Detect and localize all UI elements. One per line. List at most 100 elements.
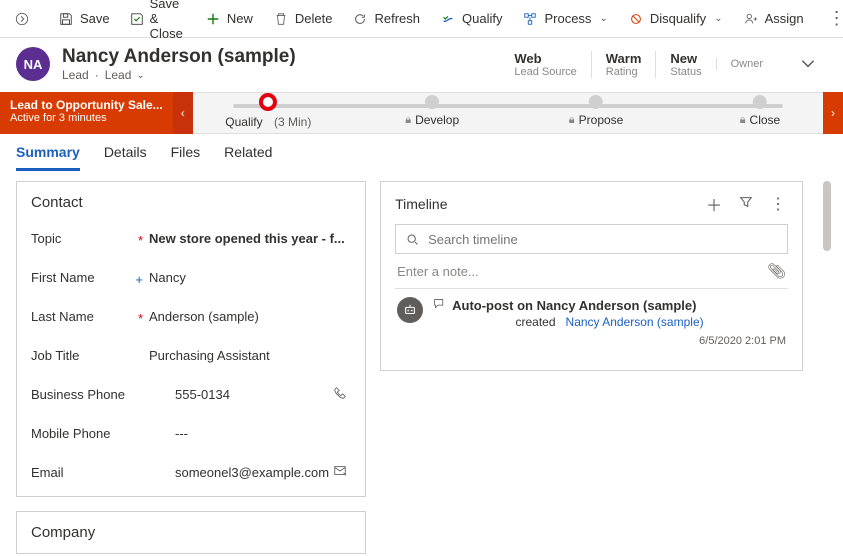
lock-icon: 🔒︎ xyxy=(405,114,411,127)
scroll-thumb[interactable] xyxy=(823,181,831,251)
attachment-icon[interactable]: 📎︎ xyxy=(767,262,786,280)
field-email[interactable]: Email someonel3@example.com xyxy=(31,453,351,492)
stage-label: Close xyxy=(750,113,781,127)
form-name: Lead xyxy=(105,68,132,82)
record-header: NA Nancy Anderson (sample) Lead · Lead ⌄… xyxy=(0,38,843,92)
qualify-label: Qualify xyxy=(462,11,502,26)
timeline-more[interactable]: ⋮ xyxy=(768,194,788,214)
bpf-next[interactable]: › xyxy=(823,92,843,134)
timeline-item[interactable]: Auto-post on Nancy Anderson (sample) cre… xyxy=(395,289,788,349)
field-job-title[interactable]: Job Title Purchasing Assistant xyxy=(31,336,351,375)
bot-icon xyxy=(397,297,423,323)
autopost-icon xyxy=(433,297,446,313)
recommended-marker: + xyxy=(135,272,143,287)
timeline-add[interactable]: ＋ xyxy=(704,192,724,216)
left-column: Contact Topic* New store opened this yea… xyxy=(16,181,366,555)
tab-summary[interactable]: Summary xyxy=(16,144,80,171)
required-marker: * xyxy=(138,311,143,326)
bpf-stage-propose[interactable]: 🔒︎Propose xyxy=(569,95,624,127)
timeline-search[interactable] xyxy=(395,224,788,254)
delete-label: Delete xyxy=(295,11,333,26)
stat-lead-source[interactable]: Web Lead Source xyxy=(500,51,590,78)
section-title: Contact xyxy=(31,194,351,211)
lock-icon: 🔒︎ xyxy=(569,114,575,127)
avatar: NA xyxy=(16,47,50,81)
avatar-initials: NA xyxy=(24,57,43,72)
assign-button[interactable]: Assign xyxy=(735,7,812,31)
field-last-name[interactable]: Last Name* Anderson (sample) xyxy=(31,297,351,336)
refresh-button[interactable]: Refresh xyxy=(344,7,428,31)
section-title: Company xyxy=(31,524,351,541)
bpf-badge[interactable]: Lead to Opportunity Sale... Active for 3… xyxy=(0,92,173,134)
chevron-down-icon: ⌄ xyxy=(136,70,144,81)
command-bar: Save Save & Close New Delete Refresh Qua… xyxy=(0,0,843,38)
stage-label: Qualify xyxy=(225,115,262,129)
save-button[interactable]: Save xyxy=(50,7,118,31)
required-marker: * xyxy=(138,233,143,248)
stat-rating[interactable]: Warm Rating xyxy=(591,51,656,78)
company-section: Company xyxy=(16,511,366,554)
timeline-item-link[interactable]: Nancy Anderson (sample) xyxy=(566,315,704,329)
stat-owner[interactable]: Owner xyxy=(716,58,777,70)
refresh-icon xyxy=(352,11,368,27)
back-button[interactable] xyxy=(6,7,38,31)
stat-label: Status xyxy=(670,66,701,78)
tab-related[interactable]: Related xyxy=(224,144,272,171)
record-title: Nancy Anderson (sample) xyxy=(62,46,488,68)
stat-value: New xyxy=(670,51,701,66)
timeline-filter[interactable] xyxy=(736,195,756,214)
disqualify-icon xyxy=(628,11,644,27)
timeline-item-action: created xyxy=(515,315,555,329)
field-label: First Name xyxy=(31,270,95,285)
mail-icon[interactable] xyxy=(329,464,351,481)
delete-button[interactable]: Delete xyxy=(265,7,341,31)
bpf-line xyxy=(233,104,783,108)
field-mobile-phone[interactable]: Mobile Phone --- xyxy=(31,414,351,453)
new-button[interactable]: New xyxy=(197,7,261,31)
save-close-button[interactable]: Save & Close xyxy=(122,0,193,45)
scrollbar[interactable] xyxy=(817,181,833,555)
qualify-button[interactable]: Qualify xyxy=(432,7,510,31)
save-label: Save xyxy=(80,11,110,26)
bpf-stage-close[interactable]: 🔒︎Close xyxy=(740,95,781,127)
chevron-circle-icon xyxy=(14,11,30,27)
field-business-phone[interactable]: Business Phone 555-0134 xyxy=(31,375,351,414)
timeline-note-row[interactable]: Enter a note... 📎︎ xyxy=(395,254,788,289)
form-tabs: Summary Details Files Related xyxy=(0,134,843,171)
field-value: Nancy xyxy=(149,270,351,285)
bpf-dot xyxy=(259,93,277,111)
search-input[interactable] xyxy=(426,231,779,248)
entity-label: Lead xyxy=(62,68,89,82)
phone-icon[interactable] xyxy=(329,386,351,403)
overflow-menu[interactable]: ⋮ xyxy=(820,8,843,29)
field-label: Business Phone xyxy=(31,387,125,402)
refresh-label: Refresh xyxy=(374,11,420,26)
process-button[interactable]: Process ⌄ xyxy=(514,7,615,31)
chevron-down-icon: ⌄ xyxy=(714,13,722,24)
qualify-icon xyxy=(440,11,456,27)
bpf-dot xyxy=(589,95,603,109)
bpf-stage-develop[interactable]: 🔒︎Develop xyxy=(405,95,459,127)
bpf-stage-qualify[interactable]: Qualify (3 Min) xyxy=(225,95,311,129)
plus-icon xyxy=(205,11,221,27)
bpf-stages: Qualify (3 Min) 🔒︎Develop 🔒︎Propose 🔒︎Cl… xyxy=(193,92,823,134)
header-stats: Web Lead Source Warm Rating New Status O… xyxy=(500,51,777,78)
bpf-prev[interactable]: ‹ xyxy=(173,92,193,134)
new-label: New xyxy=(227,11,253,26)
field-label: Mobile Phone xyxy=(31,426,111,441)
header-expand[interactable] xyxy=(789,54,827,75)
bpf-process-name: Lead to Opportunity Sale... xyxy=(10,98,163,112)
field-topic[interactable]: Topic* New store opened this year - f... xyxy=(31,219,351,258)
disqualify-button[interactable]: Disqualify ⌄ xyxy=(620,7,731,31)
tab-details[interactable]: Details xyxy=(104,144,147,171)
bpf-dot xyxy=(753,95,767,109)
stat-status[interactable]: New Status xyxy=(655,51,715,78)
field-first-name[interactable]: First Name + Nancy xyxy=(31,258,351,297)
process-label: Process xyxy=(544,11,591,26)
form-selector[interactable]: Lead ⌄ xyxy=(105,68,145,82)
chevron-down-icon: ⌄ xyxy=(599,13,607,24)
record-subtitle: Lead · Lead ⌄ xyxy=(62,68,488,82)
dot: · xyxy=(95,68,99,82)
tab-files[interactable]: Files xyxy=(171,144,201,171)
timeline-section: Timeline ＋ ⋮ Enter a note... 📎︎ Auto-pos… xyxy=(380,181,803,371)
